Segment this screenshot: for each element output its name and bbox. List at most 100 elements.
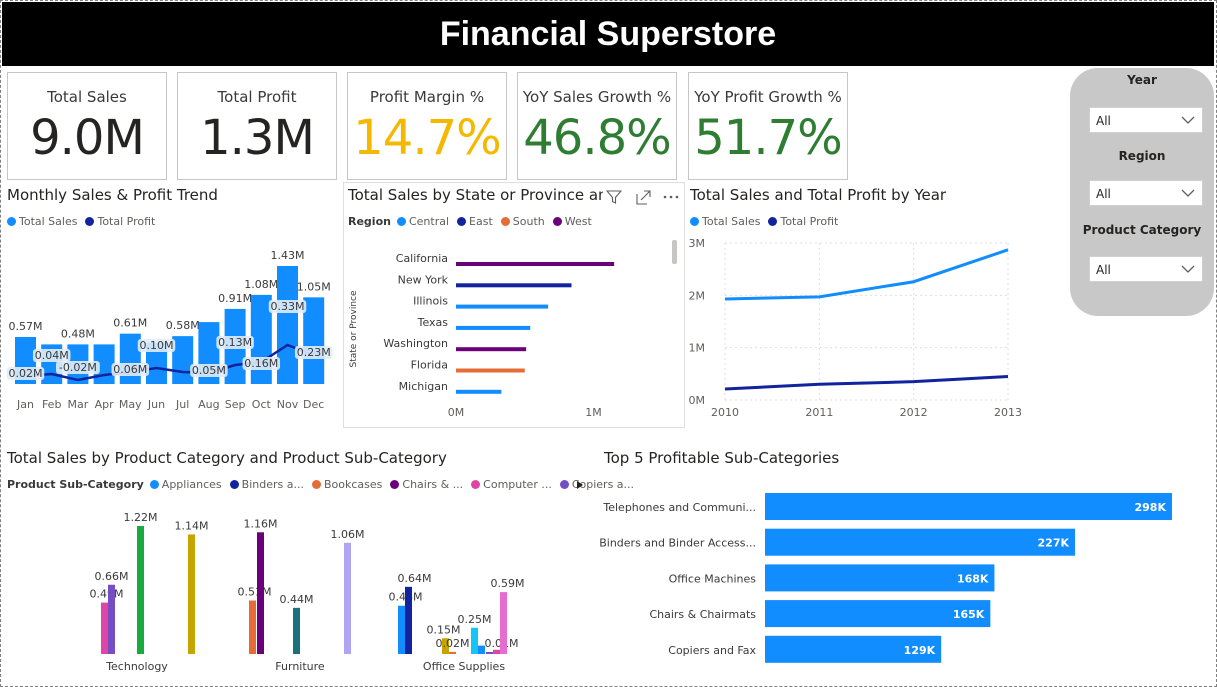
- kpi-total-sales[interactable]: Total Sales 9.0M: [7, 72, 167, 180]
- legend-dot-icon: [7, 217, 16, 226]
- legend-item[interactable]: East: [457, 215, 493, 228]
- category-chart-title: Total Sales by Product Category and Prod…: [7, 449, 447, 467]
- legend-dot-icon: [500, 217, 510, 226]
- profit-data-label: 0.13M: [218, 336, 252, 349]
- category-chart: 0.49M 0.66M 1.22M 1.14M Technology 0.51M 1.16M…: [90, 511, 525, 673]
- scrollbar-thumb: [672, 240, 677, 264]
- profit-bar: [765, 528, 1076, 556]
- dropdown-value: All: [1096, 187, 1111, 201]
- kpi-value: 14.7%: [353, 110, 501, 166]
- product-category-dropdown[interactable]: All: [1089, 256, 1203, 282]
- legend-label: Central: [408, 215, 450, 228]
- x-tick-label: Dec: [303, 398, 324, 411]
- legend-item[interactable]: Computer ...: [471, 478, 552, 491]
- monthly-legend: Total Sales Total Profit: [7, 215, 163, 228]
- x-tick-label: Sep: [225, 398, 246, 411]
- subcategory-bar: [398, 605, 405, 654]
- bar-data-label: 1.16M: [244, 517, 278, 530]
- kpi-label: YoY Sales Growth %: [522, 88, 672, 106]
- sales-data-label: 0.58M: [166, 319, 200, 332]
- kpi-value: 9.0M: [30, 110, 145, 166]
- y-tick-label: Telephones and Communi...: [602, 501, 756, 514]
- yearly-chart-title: Total Sales and Total Profit by Year: [690, 186, 947, 204]
- subcategory-bar: [493, 649, 500, 654]
- bar-data-label: 165K: [953, 608, 985, 621]
- state-legend: Region Central East South West: [348, 215, 600, 228]
- kpi-total-profit[interactable]: Total Profit 1.3M: [177, 72, 337, 180]
- more-options-icon[interactable]: [662, 194, 680, 200]
- yearly-chart: 0M 1M 2M 3M 2010 2011 2012 2013: [689, 237, 1023, 419]
- monthly-chart: Jan 0.57M Feb Mar 0.48M Apr May 0.61M Jun Jul 0.58…: [6, 249, 333, 411]
- region-dropdown[interactable]: All: [1089, 180, 1203, 206]
- x-tick-label: Jun: [147, 398, 165, 411]
- focus-mode-icon[interactable]: [636, 190, 651, 205]
- x-tick-label: 2011: [805, 406, 833, 419]
- dropdown-value: All: [1096, 114, 1111, 128]
- state-bar: [456, 389, 502, 394]
- legend-dot-icon: [396, 217, 406, 226]
- year-dropdown[interactable]: All: [1089, 107, 1203, 133]
- sales-data-label: 0.61M: [113, 317, 147, 330]
- bar-data-label: 0.64M: [398, 572, 432, 585]
- chevron-down-icon: [1181, 189, 1195, 197]
- filter-icon[interactable]: [606, 189, 622, 205]
- bar-data-label: 129K: [904, 644, 936, 657]
- legend-label: West: [564, 215, 592, 228]
- legend-item[interactable]: Total Profit: [768, 215, 838, 228]
- legend-item[interactable]: Total Sales: [690, 215, 760, 228]
- state-chart-title: Total Sales by State or Province and: [348, 186, 603, 204]
- state-chart: State or Province California New York Illin…: [349, 240, 677, 419]
- bar-data-label: 0.66M: [95, 570, 129, 583]
- profit-data-label: 0.02M: [9, 367, 43, 380]
- subcategory-bar: [137, 526, 144, 654]
- x-tick-label: 2010: [711, 406, 739, 419]
- legend-next-icon[interactable]: [576, 480, 584, 490]
- legend-item[interactable]: Bookcases: [311, 478, 382, 491]
- dropdown-value: All: [1096, 263, 1111, 277]
- legend-item[interactable]: Central: [396, 215, 450, 228]
- kpi-profit-margin[interactable]: Profit Margin % 14.7%: [347, 72, 507, 180]
- legend-dot-icon: [229, 480, 239, 489]
- state-bar: [456, 262, 615, 266]
- sales-data-label: 1.43M: [271, 249, 305, 262]
- legend-item[interactable]: Total Sales: [7, 215, 77, 228]
- state-bar: [456, 325, 531, 330]
- profit-data-label: 0.10M: [140, 339, 174, 352]
- kpi-yoy-profit-growth[interactable]: YoY Profit Growth % 51.7%: [688, 72, 848, 180]
- state-bar: [456, 347, 527, 352]
- legend-label: South: [512, 215, 545, 228]
- x-tick-label: 2013: [994, 406, 1022, 419]
- legend-item[interactable]: Binders a...: [229, 478, 304, 491]
- legend-item[interactable]: South: [500, 215, 545, 228]
- legend-dot-icon: [559, 480, 569, 489]
- legend-item[interactable]: Appliances: [149, 478, 222, 491]
- legend-dot-icon: [149, 480, 159, 489]
- profit-data-label: 0.23M: [297, 346, 331, 359]
- sales-bar: [119, 333, 141, 384]
- bar-data-label: 0.44M: [280, 593, 314, 606]
- legend-dot-icon: [390, 480, 400, 489]
- y-tick-label: Binders and Binder Access...: [600, 537, 756, 550]
- legend-dot-icon: [471, 480, 481, 489]
- kpi-yoy-sales-growth[interactable]: YoY Sales Growth % 46.8%: [517, 72, 677, 180]
- legend-label: Total Profit: [780, 215, 839, 228]
- bar-data-label: 1.14M: [175, 519, 209, 532]
- subcategory-bar: [471, 627, 478, 654]
- bar-data-label: 0.15M: [427, 623, 461, 636]
- legend-label: Total Sales: [19, 215, 78, 228]
- state-bar: [456, 283, 572, 288]
- y-tick-label: 0M: [689, 394, 706, 407]
- top5-chart: Telephones and Communi... 298K Binders and…: [600, 493, 1172, 663]
- legend-item[interactable]: Total Profit: [85, 215, 155, 228]
- bar-data-label: 0.59M: [491, 577, 525, 590]
- profit-line: [724, 374, 1009, 391]
- slicer-title-product-category: Product Category: [1082, 223, 1202, 237]
- x-tick-label: Feb: [42, 398, 61, 411]
- kpi-value: 51.7%: [694, 110, 842, 166]
- legend-item[interactable]: West: [552, 215, 592, 228]
- legend-item[interactable]: Chairs & ...: [390, 478, 463, 491]
- legend-dot-icon: [311, 480, 321, 489]
- bar-data-label: 0.02M: [436, 637, 470, 650]
- legend-label: Appliances: [161, 478, 222, 491]
- profit-data-label: 0.05M: [192, 364, 226, 377]
